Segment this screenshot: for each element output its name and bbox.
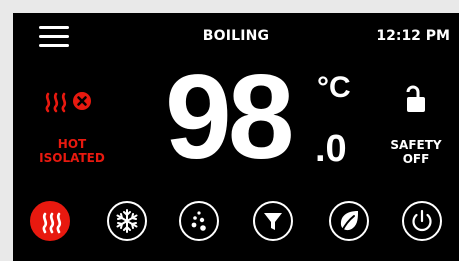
hot-label-line2: ISOLATED bbox=[39, 151, 105, 165]
safety-label-line2: OFF bbox=[402, 152, 430, 166]
x-circle-icon bbox=[73, 92, 91, 110]
safety-label: SAFETY OFF bbox=[379, 138, 453, 166]
chilled-mode-button[interactable] bbox=[107, 201, 147, 241]
filter-mode-button[interactable] bbox=[253, 201, 293, 241]
heat-status: HOT ISOLATED bbox=[27, 85, 117, 185]
power-button[interactable] bbox=[402, 201, 442, 241]
safety-label-line1: SAFETY bbox=[390, 138, 442, 152]
snowflake-icon bbox=[116, 209, 138, 233]
eco-mode-button[interactable] bbox=[329, 201, 369, 241]
mode-button-bar bbox=[13, 201, 459, 253]
unlocked-padlock-icon[interactable] bbox=[405, 85, 427, 115]
heat-waves-icon bbox=[45, 92, 67, 113]
thermostat-screen: BOILING 12:12 PM HOT ISOLATED 98 °C .0 S… bbox=[13, 13, 459, 261]
clock: 12:12 PM bbox=[376, 28, 450, 44]
temperature-decimal: .0 bbox=[315, 128, 347, 170]
hot-label-line1: HOT bbox=[57, 137, 87, 151]
bubbles-icon bbox=[191, 211, 206, 231]
boiling-mode-button[interactable] bbox=[30, 201, 70, 241]
funnel-icon bbox=[264, 213, 282, 230]
safety-status[interactable]: SAFETY OFF bbox=[379, 85, 459, 185]
sparkling-mode-button[interactable] bbox=[179, 201, 219, 241]
temperature-value: 98 bbox=[165, 50, 294, 184]
heat-waves-icon bbox=[42, 212, 62, 234]
temperature-unit: °C bbox=[317, 71, 351, 104]
power-icon bbox=[412, 209, 432, 232]
hot-isolated-label: HOT ISOLATED bbox=[27, 137, 117, 165]
leaf-icon bbox=[340, 211, 358, 232]
